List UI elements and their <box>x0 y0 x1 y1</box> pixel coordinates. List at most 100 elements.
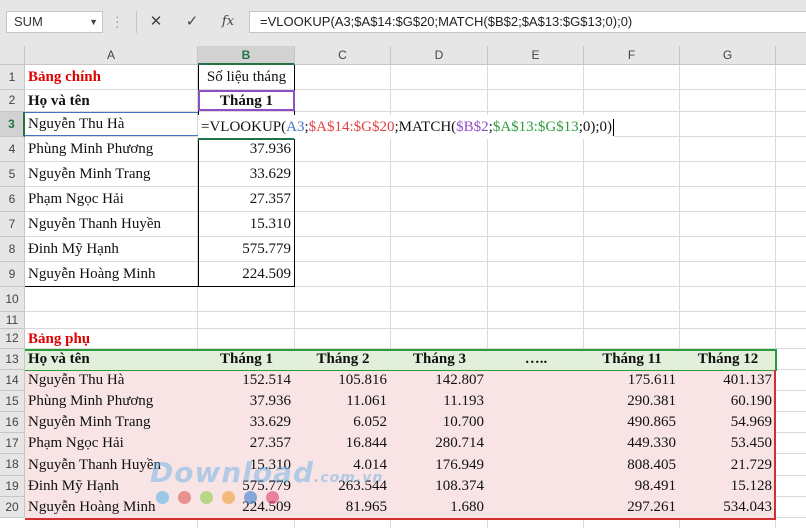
sub-table-value-cell[interactable]: 534.043 <box>680 497 776 518</box>
sub-table-value-cell[interactable]: 53.450 <box>680 433 776 454</box>
sub-table-value-cell[interactable] <box>488 433 584 454</box>
row-header-9[interactable]: 9 <box>0 262 25 287</box>
worksheet-grid[interactable]: A B C D E F G 1 2 3 4 5 6 7 8 9 10 11 12 13 14 15 16 17 1… <box>0 46 806 528</box>
sub-table-value-cell[interactable]: 21.729 <box>680 454 776 476</box>
row-header-17[interactable]: 17 <box>0 433 25 454</box>
sub-table-name-cell[interactable]: Nguyễn Minh Trang <box>25 412 198 433</box>
sub-table-value-cell[interactable]: 81.965 <box>295 497 391 518</box>
row-header-6[interactable]: 6 <box>0 187 25 212</box>
sub-table-value-cell[interactable] <box>488 370 584 391</box>
sub-table-value-cell[interactable] <box>488 497 584 518</box>
active-cell-b3[interactable]: =VLOOKUP(A3;$A$14:$G$20;MATCH($B$2;$A$13… <box>198 115 615 139</box>
sub-table-value-cell[interactable]: 16.844 <box>295 433 391 454</box>
sub-table-header-cell[interactable]: Họ và tên <box>25 349 198 370</box>
sub-table-value-cell[interactable] <box>488 476 584 497</box>
row-header-3[interactable]: 3 <box>0 112 25 137</box>
row-header-12[interactable]: 12 <box>0 329 25 349</box>
drag-handle-icon[interactable]: · · · <box>115 9 120 33</box>
main-table-name-cell[interactable]: Nguyễn Minh Trang <box>25 162 198 187</box>
main-table-value-cell[interactable]: 224.509 <box>198 262 295 287</box>
name-box[interactable]: SUM ▼ <box>6 11 103 33</box>
row-header-20[interactable]: 20 <box>0 497 25 518</box>
row-header-11[interactable]: 11 <box>0 312 25 329</box>
sub-table-value-cell[interactable]: 290.381 <box>584 391 680 412</box>
sub-table-value-cell[interactable]: 490.865 <box>584 412 680 433</box>
sub-table-value-cell[interactable]: 401.137 <box>680 370 776 391</box>
sub-table-value-cell[interactable]: 33.629 <box>198 412 295 433</box>
sub-table-value-cell[interactable]: 449.330 <box>584 433 680 454</box>
sub-table-value-cell[interactable]: 60.190 <box>680 391 776 412</box>
sub-table-header-cell[interactable]: Tháng 11 <box>584 349 680 370</box>
main-table-header-name[interactable]: Họ và tên <box>25 90 198 112</box>
sub-table-value-cell[interactable]: 280.714 <box>391 433 488 454</box>
column-header-b[interactable]: B <box>198 46 295 65</box>
main-table-caption[interactable]: Số liệu tháng <box>198 65 295 90</box>
sub-table-header-cell[interactable]: Tháng 12 <box>680 349 776 370</box>
sub-table-value-cell[interactable]: 11.193 <box>391 391 488 412</box>
insert-function-icon[interactable]: fx <box>211 11 245 33</box>
sub-table-value-cell[interactable]: 37.936 <box>198 391 295 412</box>
select-all-corner[interactable] <box>0 46 25 65</box>
sub-table-value-cell[interactable]: 176.949 <box>391 454 488 476</box>
column-header-f[interactable]: F <box>584 46 680 65</box>
sub-table-value-cell[interactable]: 10.700 <box>391 412 488 433</box>
sub-table-value-cell[interactable]: 11.061 <box>295 391 391 412</box>
sub-table-header-cell[interactable]: Tháng 1 <box>198 349 295 370</box>
formula-input[interactable]: =VLOOKUP(A3;$A$14:$G$20;MATCH($B$2;$A$13… <box>249 11 806 33</box>
sub-table-value-cell[interactable]: 142.807 <box>391 370 488 391</box>
sub-table-value-cell[interactable]: 6.052 <box>295 412 391 433</box>
sub-table-header-cell[interactable]: ….. <box>488 349 584 370</box>
sub-table-value-cell[interactable] <box>488 391 584 412</box>
row-header-10[interactable]: 10 <box>0 287 25 312</box>
chevron-down-icon[interactable]: ▼ <box>89 12 98 32</box>
column-header-e[interactable]: E <box>488 46 584 65</box>
main-table-name-cell[interactable]: Nguyễn Thu Hà <box>25 112 198 137</box>
sub-table-value-cell[interactable]: 108.374 <box>391 476 488 497</box>
sub-table-name-cell[interactable]: Nguyễn Thu Hà <box>25 370 198 391</box>
sub-table-value-cell[interactable]: 1.680 <box>391 497 488 518</box>
sub-table-value-cell[interactable] <box>488 412 584 433</box>
sub-table-value-cell[interactable]: 105.816 <box>295 370 391 391</box>
sub-table-value-cell[interactable]: 27.357 <box>198 433 295 454</box>
main-table-name-cell[interactable]: Phùng Minh Phương <box>25 137 198 162</box>
row-header-14[interactable]: 14 <box>0 370 25 391</box>
main-table-name-cell[interactable]: Phạm Ngọc Hải <box>25 187 198 212</box>
sub-table-value-cell[interactable]: 297.261 <box>584 497 680 518</box>
row-header-2[interactable]: 2 <box>0 90 25 112</box>
row-header-18[interactable]: 18 <box>0 454 25 476</box>
main-table-value-cell[interactable]: 575.779 <box>198 237 295 262</box>
row-header-1[interactable]: 1 <box>0 65 25 90</box>
sub-table-name-cell[interactable]: Phùng Minh Phương <box>25 391 198 412</box>
row-header-16[interactable]: 16 <box>0 412 25 433</box>
main-table-title[interactable]: Bảng chính <box>25 65 198 90</box>
main-table-value-cell[interactable]: 33.629 <box>198 162 295 187</box>
column-header-a[interactable]: A <box>25 46 198 65</box>
sub-table-name-cell[interactable]: Nguyễn Hoàng Minh <box>25 497 198 518</box>
main-table-value-cell[interactable]: 27.357 <box>198 187 295 212</box>
row-header-8[interactable]: 8 <box>0 237 25 262</box>
cancel-icon[interactable]: ✕ <box>139 11 173 33</box>
column-header-h[interactable] <box>776 46 806 65</box>
main-table-value-cell[interactable]: 37.936 <box>198 137 295 162</box>
sub-table-value-cell[interactable]: 175.611 <box>584 370 680 391</box>
row-header-5[interactable]: 5 <box>0 162 25 187</box>
row-header-7[interactable]: 7 <box>0 212 25 237</box>
sub-table-name-cell[interactable]: Phạm Ngọc Hải <box>25 433 198 454</box>
column-header-d[interactable]: D <box>391 46 488 65</box>
main-table-name-cell[interactable]: Đinh Mỹ Hạnh <box>25 237 198 262</box>
main-table-name-cell[interactable]: Nguyễn Hoàng Minh <box>25 262 198 287</box>
sub-table-value-cell[interactable] <box>488 454 584 476</box>
main-table-name-cell[interactable]: Nguyễn Thanh Huyền <box>25 212 198 237</box>
sub-table-value-cell[interactable]: 152.514 <box>198 370 295 391</box>
row-header-4[interactable]: 4 <box>0 137 25 162</box>
column-header-g[interactable]: G <box>680 46 776 65</box>
sub-table-value-cell[interactable]: 98.491 <box>584 476 680 497</box>
column-header-c[interactable]: C <box>295 46 391 65</box>
sub-table-title[interactable]: Bảng phụ <box>25 329 198 349</box>
enter-icon[interactable]: ✓ <box>175 11 209 33</box>
row-header-13[interactable]: 13 <box>0 349 25 370</box>
sub-table-value-cell[interactable]: 15.128 <box>680 476 776 497</box>
sub-table-value-cell[interactable]: 808.405 <box>584 454 680 476</box>
row-header-19[interactable]: 19 <box>0 476 25 497</box>
main-table-value-cell[interactable]: 15.310 <box>198 212 295 237</box>
